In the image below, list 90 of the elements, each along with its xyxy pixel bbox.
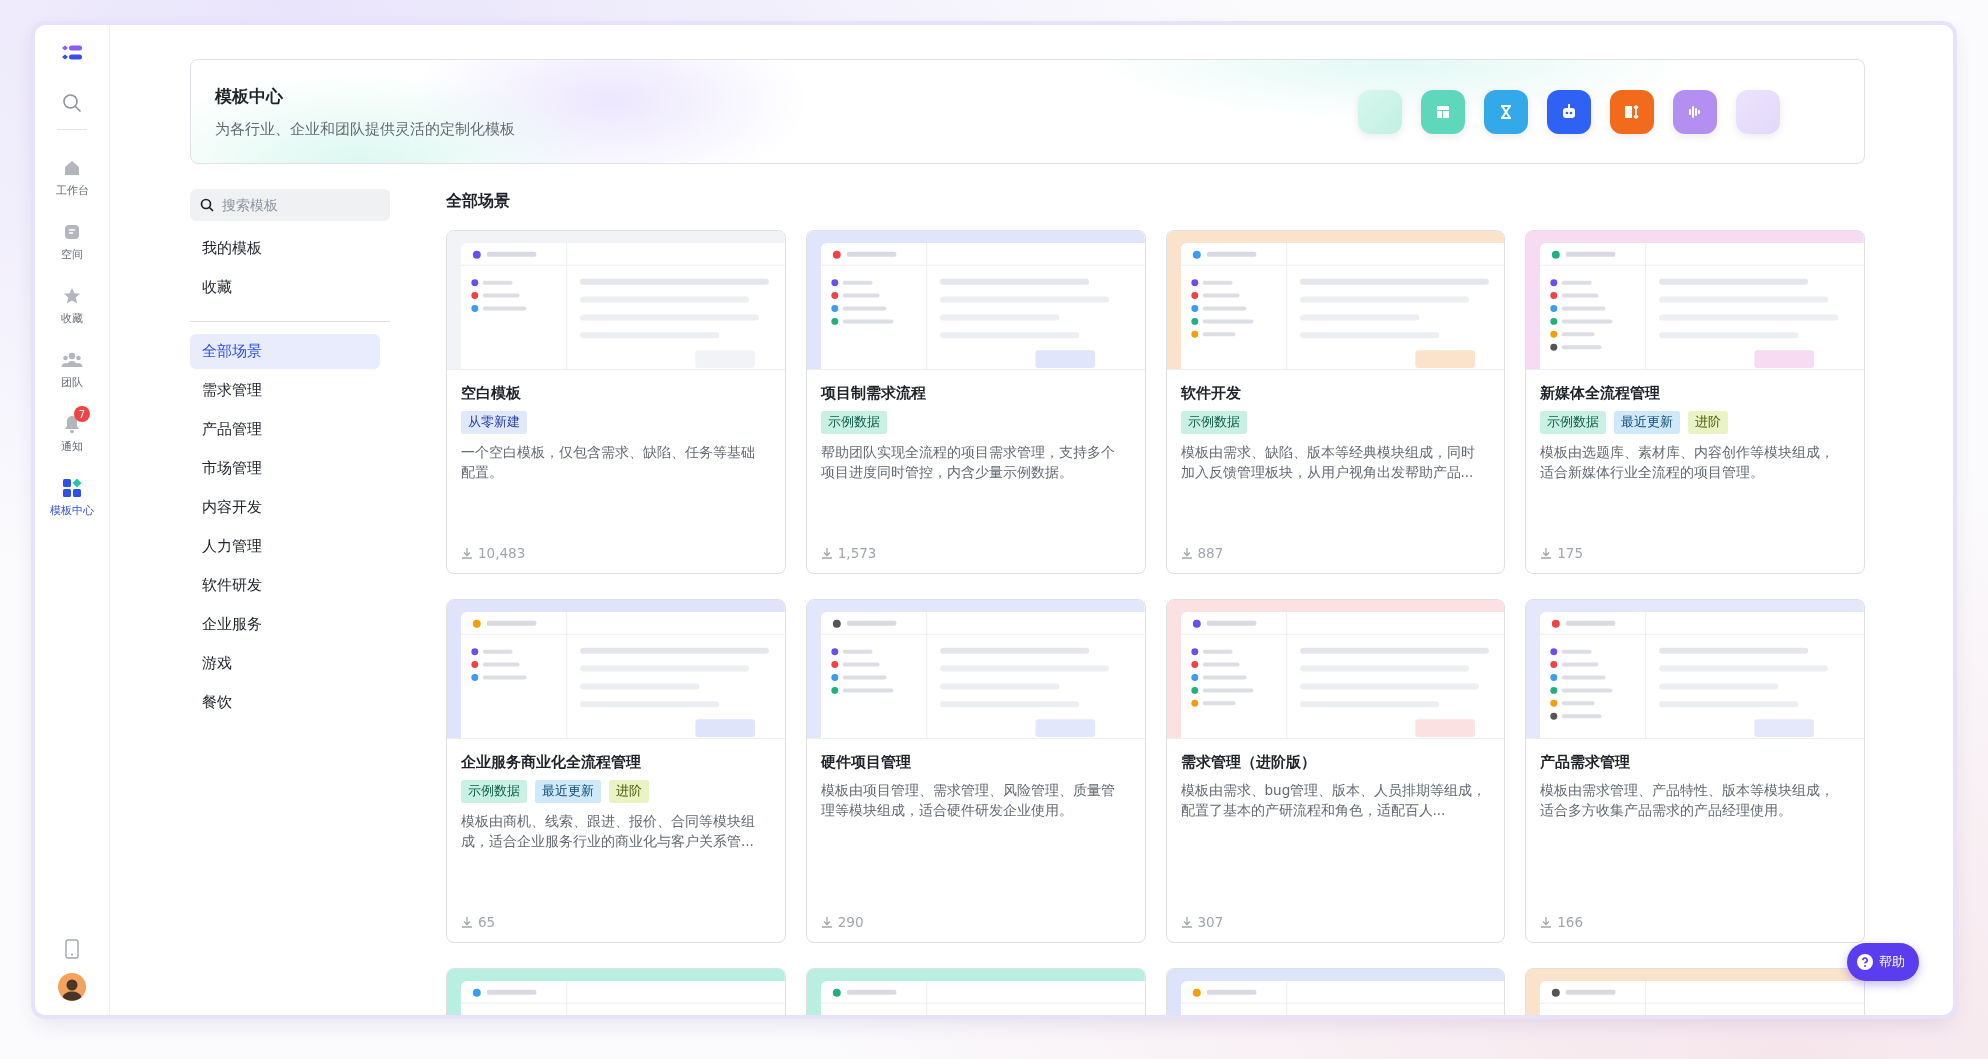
template-card[interactable]: 产品需求管理 模板由需求管理、产品特性、版本等模块组成，适合多方收集产品需求的产品经理使用。 166 bbox=[1525, 599, 1865, 943]
download-count: 1,573 bbox=[837, 545, 877, 561]
tag: 进阶 bbox=[609, 780, 649, 803]
category-item[interactable]: 全部场景 bbox=[190, 334, 380, 369]
template-card[interactable]: 项目制需求流程 示例数据 帮助团队实现全流程的项目需求管理，支持多个项目进度同时管控，内含少量示例数据。 1,573 bbox=[805, 230, 1146, 574]
template-card[interactable]: 新媒体全流程管理 示例数据 最近更新 进阶 模板由选题库、素材库、内容创作等模块组成，适合新媒体行业全流程的项目管理。 175 bbox=[1525, 230, 1865, 574]
download-count: 10,483 bbox=[478, 545, 526, 561]
page-subtitle: 为各行业、企业和团队提供灵活的定制化模板 bbox=[215, 119, 516, 139]
home-icon bbox=[62, 158, 82, 178]
sidebar-item[interactable]: 工作台 bbox=[42, 150, 102, 198]
download-count: 175 bbox=[1557, 545, 1584, 561]
team-icon bbox=[61, 350, 83, 370]
download-count: 65 bbox=[478, 914, 496, 930]
tag: 从零新建 bbox=[461, 411, 527, 434]
card-title: 项目制需求流程 bbox=[820, 384, 927, 403]
layout-icon bbox=[1421, 89, 1465, 134]
card-title: 新媒体全流程管理 bbox=[1540, 384, 1662, 403]
faded-tile-icon bbox=[1358, 89, 1402, 134]
download-icon bbox=[1180, 547, 1193, 559]
card-title: 硬件项目管理 bbox=[820, 753, 912, 772]
download-count: 166 bbox=[1557, 914, 1584, 930]
card-description: 模板由需求管理、产品特性、版本等模块组成，适合多方收集产品需求的产品经理使用。 bbox=[1540, 781, 1836, 820]
hourglass-icon bbox=[1484, 89, 1528, 134]
avatar[interactable] bbox=[58, 973, 86, 1001]
star-icon bbox=[62, 286, 82, 306]
tag: 进阶 bbox=[1688, 411, 1729, 434]
download-icon bbox=[820, 547, 833, 559]
sidebar-item[interactable]: 通知 7 bbox=[42, 406, 102, 454]
page-title: 模板中心 bbox=[215, 84, 284, 108]
download-icon bbox=[1540, 547, 1553, 559]
category-item[interactable]: 市场管理 bbox=[190, 451, 380, 486]
faded-tile-icon bbox=[1736, 89, 1780, 134]
notification-badge: 7 bbox=[74, 406, 90, 422]
card-title: 软件开发 bbox=[1180, 384, 1242, 403]
robot-icon bbox=[1547, 89, 1591, 134]
card-description: 模板由需求、缺陷、版本等经典模块组成，同时加入反馈管理板块，从用户视角出发帮助产品... bbox=[1180, 443, 1476, 482]
tag: 示例数据 bbox=[820, 411, 887, 434]
sidebar-item[interactable]: 收藏 bbox=[42, 278, 102, 326]
download-icon bbox=[461, 916, 473, 928]
card-title: 需求管理（进阶版） bbox=[1180, 753, 1317, 772]
app-logo[interactable] bbox=[61, 45, 83, 63]
card-description: 模板由选题库、素材库、内容创作等模块组成，适合新媒体行业全流程的项目管理。 bbox=[1540, 443, 1836, 482]
card-description: 模板由需求、bug管理、版本、人员排期等组成，配置了基本的产研流程和角色，适配百人... bbox=[1180, 781, 1488, 820]
search-icon bbox=[200, 198, 214, 212]
category-item[interactable]: 人力管理 bbox=[190, 529, 380, 564]
space-icon bbox=[62, 222, 82, 242]
swap-icon bbox=[1610, 89, 1654, 134]
download-count: 887 bbox=[1197, 545, 1224, 561]
category-item[interactable]: 企业服务 bbox=[190, 607, 380, 642]
category-item[interactable]: 内容开发 bbox=[190, 490, 380, 525]
template-card[interactable]: 空白模板 从零新建 一个空白模板，仅包含需求、缺陷、任务等基础配置。 10,483 bbox=[446, 230, 786, 574]
download-icon bbox=[820, 916, 833, 928]
help-button[interactable]: 帮助 bbox=[1847, 943, 1919, 981]
card-description: 一个空白模板，仅包含需求、缺陷、任务等基础配置。 bbox=[461, 443, 756, 482]
card-title: 空白模板 bbox=[461, 384, 522, 403]
category-item[interactable]: 餐饮 bbox=[190, 685, 380, 720]
audio-icon bbox=[1673, 89, 1717, 134]
download-icon bbox=[1540, 916, 1553, 928]
category-item[interactable]: 软件研发 bbox=[190, 568, 380, 603]
download-count: 290 bbox=[837, 914, 864, 930]
card-description: 模板由项目管理、需求管理、风险管理、质量管理等模块组成，适合硬件研发企业使用。 bbox=[820, 781, 1116, 820]
card-description: 模板由商机、线索、跟进、报价、合同等模块组成，适合企业服务行业的商业化与客户关系管... bbox=[461, 812, 756, 851]
card-description: 帮助团队实现全流程的项目需求管理，支持多个项目进度同时管控，内含少量示例数据。 bbox=[820, 443, 1116, 482]
template-grid-icon bbox=[62, 478, 82, 498]
tag: 示例数据 bbox=[1540, 411, 1607, 434]
nav-link[interactable]: 收藏 bbox=[190, 268, 390, 307]
template-card[interactable]: 需求管理（进阶版） 模板由需求、bug管理、版本、人员排期等组成，配置了基本的产研流程和角色，适配百人... 307 bbox=[1165, 599, 1506, 943]
tag: 最近更新 bbox=[535, 780, 601, 803]
search-field[interactable]: 搜索模板 bbox=[190, 189, 390, 221]
nav-link[interactable]: 我的模板 bbox=[190, 229, 390, 268]
category-item[interactable]: 产品管理 bbox=[190, 412, 380, 447]
category-item[interactable]: 游戏 bbox=[190, 646, 380, 681]
tag: 示例数据 bbox=[461, 780, 527, 803]
template-card[interactable]: 硬件项目管理 模板由项目管理、需求管理、风险管理、质量管理等模块组成，适合硬件研发企业使用。 290 bbox=[805, 599, 1146, 943]
section-title: 全部场景 bbox=[446, 191, 511, 212]
download-count: 307 bbox=[1197, 914, 1224, 930]
question-icon bbox=[1857, 954, 1873, 970]
search-icon[interactable] bbox=[62, 93, 82, 113]
sidebar-item[interactable]: 模板中心 bbox=[42, 470, 102, 518]
card-title: 企业服务商业化全流程管理 bbox=[461, 753, 642, 772]
download-icon bbox=[461, 547, 473, 559]
category-item[interactable]: 需求管理 bbox=[190, 373, 380, 408]
download-icon bbox=[1180, 916, 1193, 928]
tag: 示例数据 bbox=[1180, 411, 1247, 434]
tag: 最近更新 bbox=[1614, 411, 1681, 434]
sidebar-item[interactable]: 空间 bbox=[42, 214, 102, 262]
template-card[interactable]: 企业服务商业化全流程管理 示例数据 最近更新 进阶 模板由商机、线索、跟进、报价、合同等模块组成，适合企业服务行业的商业化与客户关系管... 65 bbox=[446, 599, 786, 943]
template-card[interactable]: 软件开发 示例数据 模板由需求、缺陷、版本等经典模块组成，同时加入反馈管理板块，从用户视角出发帮助产品... 887 bbox=[1165, 230, 1506, 574]
card-title: 产品需求管理 bbox=[1540, 753, 1632, 772]
sidebar-item[interactable]: 团队 bbox=[42, 342, 102, 390]
